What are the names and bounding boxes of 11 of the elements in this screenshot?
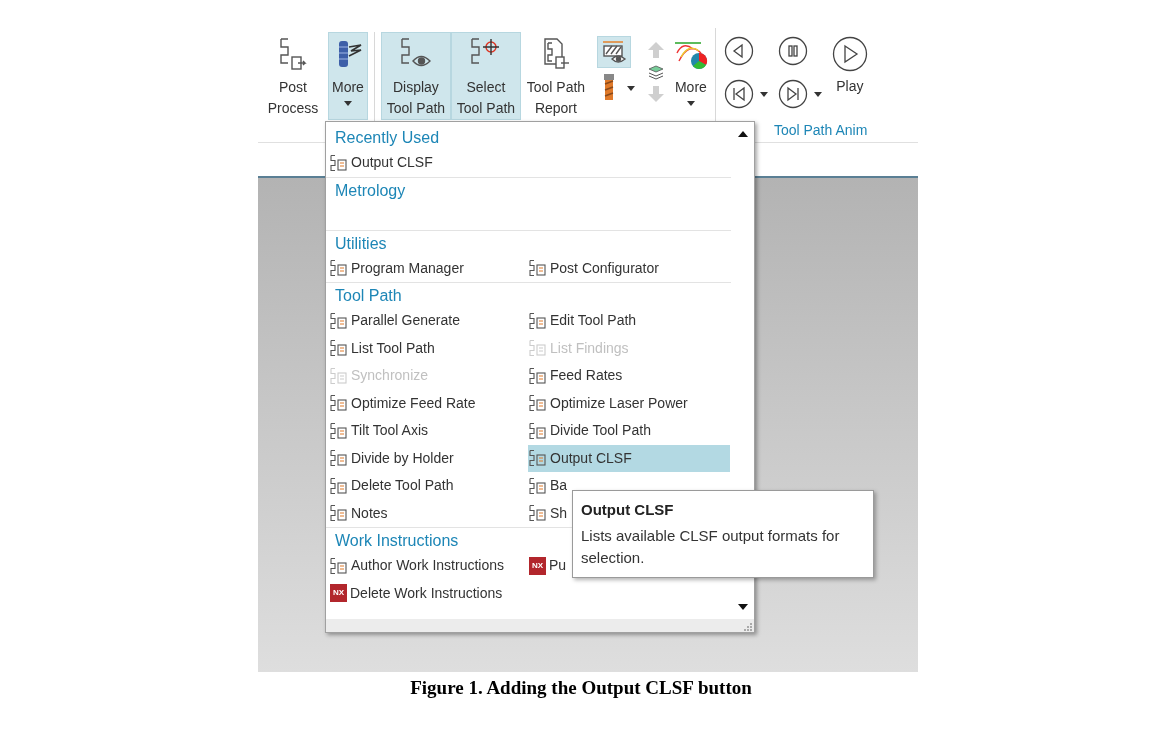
figure-caption: Figure 1. Adding the Output CLSF button	[409, 676, 753, 700]
section-title: Tool Path	[335, 286, 402, 306]
section-title: Utilities	[335, 233, 387, 254]
section-title: Work Instructions	[335, 531, 459, 551]
section-title: Metrology	[335, 180, 406, 201]
section-title: Recently Used	[335, 128, 440, 148]
file-badge: NX	[330, 584, 347, 603]
group-label: Tool Path Anim	[773, 121, 868, 140]
tooltip-title: Output CLSF	[581, 500, 675, 520]
tooltip-text: Lists available CLSF output formats for selection.	[581, 526, 841, 568]
file-badge: NX	[529, 556, 546, 575]
